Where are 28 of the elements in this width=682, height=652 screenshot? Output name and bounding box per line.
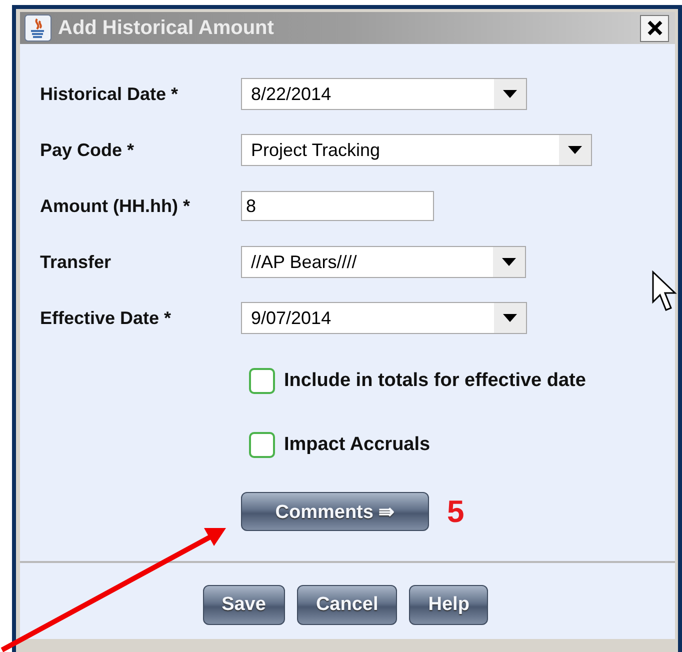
dropdown-field[interactable]: //AP Bears//// [241, 246, 526, 278]
checkbox-label: Include in totals for effective date [284, 370, 586, 392]
checkbox[interactable] [249, 432, 275, 458]
dropdown-field[interactable]: Project Tracking [241, 134, 592, 166]
field-label: Historical Date * [40, 84, 180, 104]
close-button[interactable] [640, 14, 669, 42]
dropdown-arrow-icon [503, 314, 517, 322]
window-title: Add Historical Amount [58, 16, 275, 40]
checkbox-label: Impact Accruals [284, 434, 430, 456]
dropdown-arrow-icon [503, 90, 517, 98]
comments-button[interactable]: Comments ⇛ [241, 492, 429, 531]
amount-field[interactable]: 8 [241, 191, 434, 221]
dropdown-arrow-icon [502, 258, 516, 266]
close-icon [646, 20, 662, 36]
dialog-button[interactable]: Help [409, 585, 488, 625]
app-icon [24, 14, 52, 42]
mouse-cursor-icon [652, 270, 677, 311]
dropdown-field[interactable]: 9/07/2014 [241, 302, 527, 334]
checkbox[interactable] [249, 368, 275, 394]
dialog-button[interactable]: Cancel [296, 585, 398, 625]
dropdown-arrow-icon [568, 146, 582, 154]
field-label: Pay Code * [40, 140, 136, 160]
dialog-button[interactable]: Save [202, 585, 285, 625]
dropdown-field[interactable]: 8/22/2014 [241, 78, 527, 110]
field-label: Amount (HH.hh) * [40, 196, 191, 216]
annotation-number: 5 [447, 494, 464, 530]
field-label: Transfer [40, 252, 112, 272]
field-label: Effective Date * [40, 308, 172, 328]
